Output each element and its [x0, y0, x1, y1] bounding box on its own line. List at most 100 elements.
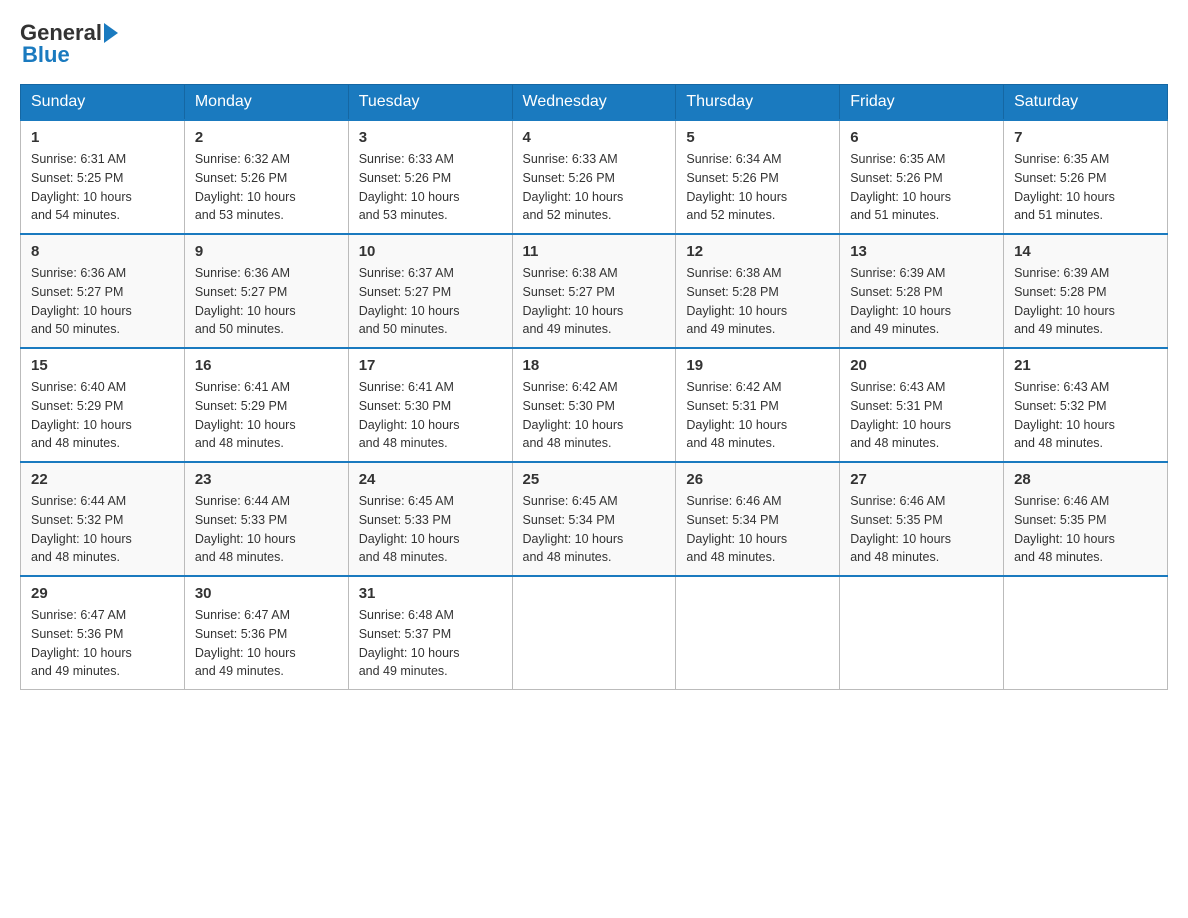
calendar-cell: 9 Sunrise: 6:36 AMSunset: 5:27 PMDaylight…	[184, 234, 348, 348]
calendar-cell: 19Sunrise: 6:42 AMSunset: 5:31 PMDayligh…	[676, 348, 840, 462]
day-number: 31	[359, 585, 502, 602]
day-number: 13	[850, 243, 993, 260]
calendar-cell: 26 Sunrise: 6:46 AMSunset: 5:34 PMDayligh…	[676, 462, 840, 576]
day-number: 5	[686, 129, 829, 146]
day-number: 21	[1014, 357, 1157, 374]
day-info: Sunrise: 6:45 AMSunset: 5:33 PMDaylight:…	[359, 492, 502, 567]
calendar-cell: 12Sunrise: 6:38 AMSunset: 5:28 PMDayligh…	[676, 234, 840, 348]
calendar-cell: 16Sunrise: 6:41 AMSunset: 5:29 PMDayligh…	[184, 348, 348, 462]
day-info: Sunrise: 6:47 AMSunset: 5:36 PMDaylight:…	[31, 606, 174, 681]
day-info: Sunrise: 6:46 AMSunset: 5:35 PMDaylight:…	[850, 492, 993, 567]
day-number: 29	[31, 585, 174, 602]
col-header-monday: Monday	[184, 85, 348, 121]
day-number: 24	[359, 471, 502, 488]
day-number: 26	[686, 471, 829, 488]
day-number: 15	[31, 357, 174, 374]
day-number: 23	[195, 471, 338, 488]
calendar-table: SundayMondayTuesdayWednesdayThursdayFrid…	[20, 84, 1168, 690]
calendar-cell: 11 Sunrise: 6:38 AMSunset: 5:27 PMDayligh…	[512, 234, 676, 348]
calendar-cell	[840, 576, 1004, 690]
calendar-cell: 15 Sunrise: 6:40 AMSunset: 5:29 PMDayligh…	[21, 348, 185, 462]
day-info: Sunrise: 6:46 AMSunset: 5:35 PMDaylight:…	[1014, 492, 1157, 567]
col-header-saturday: Saturday	[1004, 85, 1168, 121]
day-info: Sunrise: 6:44 AMSunset: 5:32 PMDaylight:…	[31, 492, 174, 567]
calendar-cell: 17 Sunrise: 6:41 AMSunset: 5:30 PMDayligh…	[348, 348, 512, 462]
calendar-cell: 27 Sunrise: 6:46 AMSunset: 5:35 PMDayligh…	[840, 462, 1004, 576]
day-info: Sunrise: 6:38 AMSunset: 5:27 PMDaylight:…	[523, 264, 666, 339]
calendar-week-row: 8 Sunrise: 6:36 AMSunset: 5:27 PMDaylight…	[21, 234, 1168, 348]
day-info: Sunrise: 6:36 AMSunset: 5:27 PMDaylight:…	[31, 264, 174, 339]
col-header-sunday: Sunday	[21, 85, 185, 121]
day-info: Sunrise: 6:43 AMSunset: 5:32 PMDaylight:…	[1014, 378, 1157, 453]
day-number: 19	[686, 357, 829, 374]
day-info: Sunrise: 6:35 AMSunset: 5:26 PMDaylight:…	[850, 150, 993, 225]
calendar-cell: 18 Sunrise: 6:42 AMSunset: 5:30 PMDayligh…	[512, 348, 676, 462]
calendar-cell	[512, 576, 676, 690]
day-number: 7	[1014, 129, 1157, 146]
day-info: Sunrise: 6:41 AMSunset: 5:30 PMDaylight:…	[359, 378, 502, 453]
day-info: Sunrise: 6:31 AMSunset: 5:25 PMDaylight:…	[31, 150, 174, 225]
day-info: Sunrise: 6:40 AMSunset: 5:29 PMDaylight:…	[31, 378, 174, 453]
day-info: Sunrise: 6:39 AMSunset: 5:28 PMDaylight:…	[850, 264, 993, 339]
day-number: 9	[195, 243, 338, 260]
calendar-cell: 20Sunrise: 6:43 AMSunset: 5:31 PMDayligh…	[840, 348, 1004, 462]
calendar-cell: 14Sunrise: 6:39 AMSunset: 5:28 PMDayligh…	[1004, 234, 1168, 348]
logo-arrow-icon	[104, 23, 118, 43]
day-number: 18	[523, 357, 666, 374]
day-info: Sunrise: 6:38 AMSunset: 5:28 PMDaylight:…	[686, 264, 829, 339]
calendar-cell: 30 Sunrise: 6:47 AMSunset: 5:36 PMDayligh…	[184, 576, 348, 690]
calendar-cell: 21 Sunrise: 6:43 AMSunset: 5:32 PMDayligh…	[1004, 348, 1168, 462]
calendar-cell: 22 Sunrise: 6:44 AMSunset: 5:32 PMDayligh…	[21, 462, 185, 576]
calendar-cell: 8 Sunrise: 6:36 AMSunset: 5:27 PMDaylight…	[21, 234, 185, 348]
calendar-header-row: SundayMondayTuesdayWednesdayThursdayFrid…	[21, 85, 1168, 121]
col-header-wednesday: Wednesday	[512, 85, 676, 121]
day-number: 20	[850, 357, 993, 374]
day-number: 17	[359, 357, 502, 374]
col-header-tuesday: Tuesday	[348, 85, 512, 121]
calendar-week-row: 22 Sunrise: 6:44 AMSunset: 5:32 PMDayligh…	[21, 462, 1168, 576]
page-header: General Blue	[20, 20, 1168, 68]
day-info: Sunrise: 6:45 AMSunset: 5:34 PMDaylight:…	[523, 492, 666, 567]
day-number: 4	[523, 129, 666, 146]
day-info: Sunrise: 6:48 AMSunset: 5:37 PMDaylight:…	[359, 606, 502, 681]
calendar-cell: 25 Sunrise: 6:45 AMSunset: 5:34 PMDayligh…	[512, 462, 676, 576]
day-info: Sunrise: 6:42 AMSunset: 5:30 PMDaylight:…	[523, 378, 666, 453]
day-info: Sunrise: 6:36 AMSunset: 5:27 PMDaylight:…	[195, 264, 338, 339]
calendar-cell: 7 Sunrise: 6:35 AMSunset: 5:26 PMDaylight…	[1004, 120, 1168, 234]
col-header-thursday: Thursday	[676, 85, 840, 121]
calendar-cell: 13 Sunrise: 6:39 AMSunset: 5:28 PMDayligh…	[840, 234, 1004, 348]
calendar-cell: 2 Sunrise: 6:32 AMSunset: 5:26 PMDaylight…	[184, 120, 348, 234]
calendar-cell: 1Sunrise: 6:31 AMSunset: 5:25 PMDaylight…	[21, 120, 185, 234]
day-number: 10	[359, 243, 502, 260]
calendar-cell: 29 Sunrise: 6:47 AMSunset: 5:36 PMDayligh…	[21, 576, 185, 690]
day-info: Sunrise: 6:46 AMSunset: 5:34 PMDaylight:…	[686, 492, 829, 567]
day-number: 30	[195, 585, 338, 602]
day-info: Sunrise: 6:35 AMSunset: 5:26 PMDaylight:…	[1014, 150, 1157, 225]
calendar-cell: 6Sunrise: 6:35 AMSunset: 5:26 PMDaylight…	[840, 120, 1004, 234]
day-number: 28	[1014, 471, 1157, 488]
calendar-cell: 4 Sunrise: 6:33 AMSunset: 5:26 PMDaylight…	[512, 120, 676, 234]
day-info: Sunrise: 6:37 AMSunset: 5:27 PMDaylight:…	[359, 264, 502, 339]
day-number: 2	[195, 129, 338, 146]
day-number: 22	[31, 471, 174, 488]
calendar-cell: 23 Sunrise: 6:44 AMSunset: 5:33 PMDayligh…	[184, 462, 348, 576]
day-number: 14	[1014, 243, 1157, 260]
day-number: 27	[850, 471, 993, 488]
calendar-cell: 10 Sunrise: 6:37 AMSunset: 5:27 PMDayligh…	[348, 234, 512, 348]
calendar-cell: 3Sunrise: 6:33 AMSunset: 5:26 PMDaylight…	[348, 120, 512, 234]
day-info: Sunrise: 6:33 AMSunset: 5:26 PMDaylight:…	[523, 150, 666, 225]
day-number: 25	[523, 471, 666, 488]
logo: General Blue	[20, 20, 120, 68]
day-info: Sunrise: 6:44 AMSunset: 5:33 PMDaylight:…	[195, 492, 338, 567]
day-number: 8	[31, 243, 174, 260]
calendar-cell: 28 Sunrise: 6:46 AMSunset: 5:35 PMDayligh…	[1004, 462, 1168, 576]
calendar-week-row: 1Sunrise: 6:31 AMSunset: 5:25 PMDaylight…	[21, 120, 1168, 234]
calendar-cell	[676, 576, 840, 690]
calendar-week-row: 15 Sunrise: 6:40 AMSunset: 5:29 PMDayligh…	[21, 348, 1168, 462]
day-info: Sunrise: 6:34 AMSunset: 5:26 PMDaylight:…	[686, 150, 829, 225]
day-number: 11	[523, 243, 666, 260]
day-info: Sunrise: 6:47 AMSunset: 5:36 PMDaylight:…	[195, 606, 338, 681]
day-info: Sunrise: 6:32 AMSunset: 5:26 PMDaylight:…	[195, 150, 338, 225]
calendar-cell: 24 Sunrise: 6:45 AMSunset: 5:33 PMDayligh…	[348, 462, 512, 576]
logo-blue-text: Blue	[22, 42, 70, 68]
